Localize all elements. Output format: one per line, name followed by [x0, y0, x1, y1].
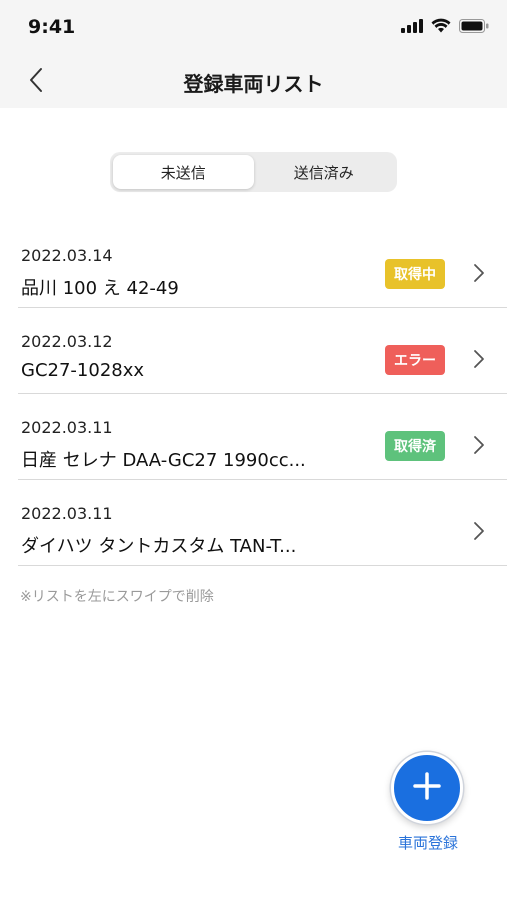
tab-unsent[interactable]: 未送信: [113, 155, 254, 189]
add-vehicle-button[interactable]: [391, 752, 463, 824]
wifi-icon: [431, 18, 451, 37]
item-date: 2022.03.11: [21, 504, 113, 523]
list-item[interactable]: 2022.03.12 GC27-1028xx エラー: [18, 308, 507, 394]
list-item[interactable]: 2022.03.11 ダイハツ タントカスタム TAN-T...: [18, 480, 507, 566]
signal-icon: [401, 18, 423, 37]
plus-icon: [412, 771, 442, 805]
chevron-right-icon: [471, 262, 487, 284]
item-title: ダイハツ タントカスタム TAN-T...: [21, 536, 297, 557]
vehicle-list: 2022.03.14 品川 100 え 42-49 取得中 2022.03.12…: [0, 222, 507, 566]
item-title: 品川 100 え 42-49: [21, 278, 179, 299]
item-title: GC27-1028xx: [21, 360, 145, 381]
chevron-right-icon: [471, 434, 487, 456]
list-item[interactable]: 2022.03.14 品川 100 え 42-49 取得中: [18, 222, 507, 308]
nav-bar: 登録車両リスト: [0, 56, 507, 108]
item-date: 2022.03.11: [21, 418, 113, 437]
list-item[interactable]: 2022.03.11 日産 セレナ DAA-GC27 1990cc... 取得済: [18, 394, 507, 480]
add-vehicle-label[interactable]: 車両登録: [380, 832, 476, 853]
chevron-right-icon: [471, 348, 487, 370]
item-date: 2022.03.14: [21, 246, 113, 265]
swipe-hint: ※リストを左にスワイプで削除: [20, 589, 214, 605]
item-title: 日産 セレナ DAA-GC27 1990cc...: [21, 450, 306, 471]
status-time: 9:41: [28, 16, 76, 38]
status-bar: 9:41: [0, 0, 507, 56]
status-icons: [401, 18, 489, 37]
page-title: 登録車両リスト: [183, 72, 324, 96]
segmented-control: 未送信 送信済み: [110, 152, 397, 192]
chevron-right-icon: [471, 520, 487, 542]
tab-sent[interactable]: 送信済み: [254, 155, 395, 189]
status-badge: 取得中: [385, 259, 445, 289]
status-badge: エラー: [385, 345, 445, 375]
status-badge: 取得済: [385, 431, 445, 461]
item-date: 2022.03.12: [21, 332, 113, 351]
battery-icon: [459, 18, 489, 37]
